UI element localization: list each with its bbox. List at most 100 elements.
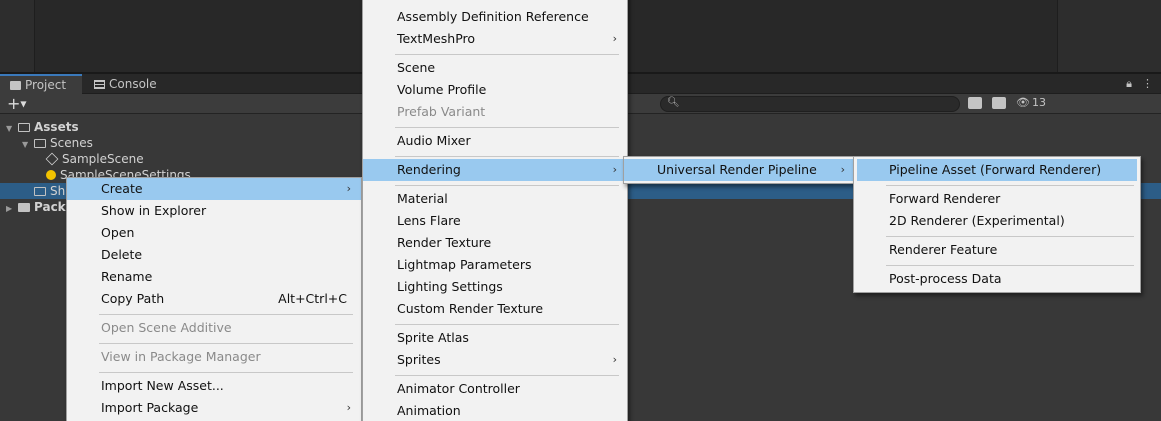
chevron-right-icon: ›: [346, 401, 351, 414]
menu-item-custom-render-texture[interactable]: Custom Render Texture: [363, 298, 627, 320]
menu-item-lightmap-parameters[interactable]: Lightmap Parameters: [363, 254, 627, 276]
tab-console-label: Console: [109, 77, 157, 91]
filter-by-type-icon[interactable]: [968, 96, 982, 109]
menu-item-label: 2D Renderer (Experimental): [889, 213, 1065, 228]
add-button[interactable]: +▼: [7, 95, 27, 114]
menu-item-label: Assembly Definition Reference: [397, 9, 589, 24]
hidden-packages-toggle[interactable]: 👁︎ 13: [1016, 96, 1046, 109]
folder-open-icon: [34, 139, 46, 148]
menu-item-shortcut: Alt+Ctrl+C: [278, 291, 347, 306]
menu-item-animation[interactable]: Animation: [363, 400, 627, 421]
tree-item-packages[interactable]: ▶ Pack: [6, 199, 66, 215]
tree-item-label: Sh: [50, 184, 66, 198]
menu-item-lens-flare[interactable]: Lens Flare: [363, 210, 627, 232]
menu-item-label: Import New Asset...: [101, 378, 224, 393]
tree-item-label: Pack: [34, 200, 66, 214]
chevron-right-icon: ›: [612, 163, 617, 176]
menu-item-textmeshpro[interactable]: TextMeshPro ›: [363, 28, 627, 50]
lock-icon[interactable]: 🔒︎: [1126, 77, 1132, 91]
menu-separator: [99, 314, 353, 315]
tree-item-selected-folder[interactable]: Sh: [34, 183, 65, 199]
menu-item-label: Animation: [397, 403, 461, 418]
menu-separator: [395, 185, 619, 186]
menu-item-rename[interactable]: Rename: [67, 266, 361, 288]
menu-item-label: Forward Renderer: [889, 191, 1001, 206]
kebab-menu-icon[interactable]: ⋮: [1142, 77, 1153, 91]
toolbar-icons: 👁︎ 13: [968, 96, 1046, 109]
menu-item-post-process-data[interactable]: Post-process Data: [857, 268, 1137, 290]
filter-by-label-icon[interactable]: [992, 96, 1006, 109]
menu-item-label: Show in Explorer: [101, 203, 207, 218]
menu-item-pipeline-asset[interactable]: Pipeline Asset (Forward Renderer): [857, 159, 1137, 181]
menu-item-label: Sprite Atlas: [397, 330, 469, 345]
plus-icon: +: [7, 94, 21, 113]
rendering-submenu: Universal Render Pipeline ›: [623, 156, 856, 184]
menu-item-label: Delete: [101, 247, 143, 262]
menu-item-label: Render Texture: [397, 235, 492, 250]
menu-item-forward-renderer[interactable]: Forward Renderer: [857, 188, 1137, 210]
menu-item-renderer-feature[interactable]: Renderer Feature: [857, 239, 1137, 261]
eye-slash-icon: 👁︎: [1016, 96, 1030, 109]
tree-item-assets[interactable]: ▼ Assets: [6, 119, 79, 135]
menu-item-open[interactable]: Open: [67, 222, 361, 244]
menu-separator: [395, 375, 619, 376]
menu-item-open-scene-additive: Open Scene Additive: [67, 317, 361, 339]
menu-separator: [395, 54, 619, 55]
menu-item-prefab-variant: Prefab Variant: [363, 101, 627, 123]
menu-item-universal-render-pipeline[interactable]: Universal Render Pipeline ›: [624, 159, 855, 181]
menu-item-sprite-atlas[interactable]: Sprite Atlas: [363, 327, 627, 349]
menu-item-label: View in Package Manager: [101, 349, 261, 364]
menu-item-audio-mixer[interactable]: Audio Mixer: [363, 130, 627, 152]
menu-separator: [99, 372, 353, 373]
menu-item-label: Import Package: [101, 400, 199, 415]
menu-item-label: Lens Flare: [397, 213, 461, 228]
menu-item-create[interactable]: Create ›: [67, 178, 361, 200]
menu-item-label: Pipeline Asset (Forward Renderer): [889, 162, 1102, 177]
create-submenu: Assembly Definition Reference TextMeshPr…: [362, 0, 628, 421]
menu-item-view-in-package-manager: View in Package Manager: [67, 346, 361, 368]
menu-item-label: Rename: [101, 269, 153, 284]
menu-separator: [886, 236, 1134, 237]
menu-item-import-new-asset[interactable]: Import New Asset...: [67, 375, 361, 397]
menu-item-label: Lighting Settings: [397, 279, 503, 294]
menu-separator: [395, 324, 619, 325]
chevron-right-icon: ›: [612, 353, 617, 366]
folder-icon: [34, 187, 46, 196]
tree-item-label: Assets: [34, 120, 79, 134]
menu-item-sprites[interactable]: Sprites ›: [363, 349, 627, 371]
tab-tools: 🔒︎ ⋮: [1126, 77, 1153, 91]
context-menu: Create › Show in Explorer Open Delete Re…: [66, 177, 362, 421]
tab-console[interactable]: Console: [84, 74, 164, 94]
menu-item-rendering[interactable]: Rendering ›: [363, 159, 627, 181]
menu-item-import-package[interactable]: Import Package ›: [67, 397, 361, 419]
menu-item-label: TextMeshPro: [397, 31, 476, 46]
chevron-right-icon: ›: [346, 182, 351, 195]
menu-item-label: Sprites: [397, 352, 441, 367]
tree-item-scenes[interactable]: ▼ Scenes: [22, 135, 93, 151]
menu-item-scene[interactable]: Scene: [363, 57, 627, 79]
menu-item-animator-controller[interactable]: Animator Controller: [363, 378, 627, 400]
menu-item-label: Post-process Data: [889, 271, 1002, 286]
folder-open-icon: [18, 123, 30, 132]
menu-item-copy-path[interactable]: Copy Path Alt+Ctrl+C: [67, 288, 361, 310]
tree-item-samplescene[interactable]: SampleScene: [45, 151, 144, 167]
menu-item-2d-renderer[interactable]: 2D Renderer (Experimental): [857, 210, 1137, 232]
menu-item-delete[interactable]: Delete: [67, 244, 361, 266]
menu-item-label: Animator Controller: [397, 381, 520, 396]
menu-item-material[interactable]: Material: [363, 188, 627, 210]
menu-item-label: Volume Profile: [397, 82, 487, 97]
menu-separator: [99, 343, 353, 344]
expand-triangle-icon: ▼: [6, 124, 13, 133]
menu-item-label: Prefab Variant: [397, 104, 486, 119]
menu-item-render-texture[interactable]: Render Texture: [363, 232, 627, 254]
menu-item-volume-profile[interactable]: Volume Profile: [363, 79, 627, 101]
tab-project[interactable]: Project: [0, 74, 82, 94]
menu-item-show-in-explorer[interactable]: Show in Explorer: [67, 200, 361, 222]
menu-item-lighting-settings[interactable]: Lighting Settings: [363, 276, 627, 298]
menu-item-label: Renderer Feature: [889, 242, 998, 257]
chevron-right-icon: ›: [612, 32, 617, 45]
search-input[interactable]: 🔍︎: [660, 96, 960, 112]
menu-item-assembly-definition-reference[interactable]: Assembly Definition Reference: [363, 6, 627, 28]
menu-separator: [886, 185, 1134, 186]
menu-item-label: Audio Mixer: [397, 133, 471, 148]
